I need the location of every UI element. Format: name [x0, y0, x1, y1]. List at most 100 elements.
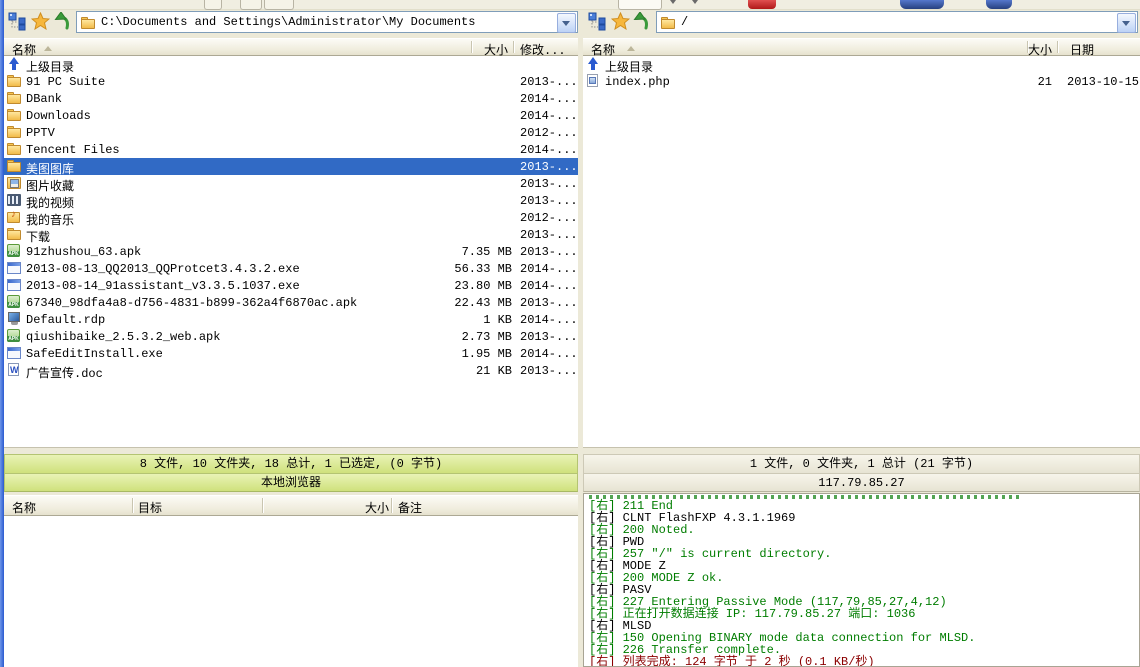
column-separator[interactable]: [471, 41, 472, 53]
folder-icon: [7, 91, 22, 105]
remote-site-tree-button[interactable]: [588, 12, 610, 34]
remote-status-bar: 1 文件, 0 文件夹, 1 总计 (21 字节) 117.79.85.27: [583, 454, 1140, 492]
sort-ascending-icon: [44, 46, 52, 51]
local-path-combobox[interactable]: C:\Documents and Settings\Administrator\…: [76, 11, 578, 33]
log-line: [右] 200 MODE Z ok.: [589, 572, 1139, 584]
file-row[interactable]: SafeEditInstall.exe1.95 MB2014-...: [4, 345, 578, 362]
file-date: 2014-...: [520, 262, 578, 276]
file-row[interactable]: Downloads2014-...: [4, 107, 578, 124]
file-size: 23.80 MB: [402, 279, 512, 293]
queue-column-note[interactable]: 备注: [398, 499, 422, 516]
file-row[interactable]: 美图图库2013-...: [4, 158, 578, 175]
remote-path-text[interactable]: /: [681, 15, 1117, 29]
file-date: 2014-...: [520, 143, 578, 157]
file-name: 广告宣传.doc: [26, 364, 103, 381]
file-size: 56.33 MB: [402, 262, 512, 276]
local-go-up-button[interactable]: [54, 12, 76, 34]
file-size: 21 KB: [402, 364, 512, 378]
file-row[interactable]: 2013-08-13_QQ2013_QQProtcet3.4.3.2.exe 56…: [4, 260, 578, 277]
file-date: 2013-...: [520, 228, 578, 242]
file-row[interactable]: 91 PC Suite2013-...: [4, 73, 578, 90]
ftp-log[interactable]: [右] 211 End[右] CLNT FlashFXP 4.3.1.1969[…: [583, 493, 1140, 667]
up-icon: [7, 57, 22, 71]
file-row[interactable]: 广告宣传.doc 21 KB 2013-...: [4, 362, 578, 379]
local-file-list[interactable]: 上级目录91 PC Suite2013-...DBank2014-...Down…: [4, 56, 578, 448]
clipped-toolbar-button: [204, 0, 222, 10]
file-row[interactable]: PPTV2012-...: [4, 124, 578, 141]
file-row[interactable]: index.php212013-10-15 13:26: [583, 73, 1140, 90]
file-name: 91zhushou_63.apk: [26, 245, 141, 259]
rdp-icon: [7, 312, 22, 326]
file-row[interactable]: Default.rdp1 KB2014-...: [4, 311, 578, 328]
remote-list-header: 名称 大小 日期: [583, 38, 1140, 56]
queue-column-name[interactable]: 名称: [12, 499, 36, 516]
clipped-main-toolbar: [4, 0, 1140, 10]
file-row[interactable]: 我的视频2013-...: [4, 192, 578, 209]
folder-icon: [7, 142, 22, 156]
apk-icon: [7, 295, 22, 309]
file-row[interactable]: 67340_98dfa4a8-d756-4831-b899-362a4f6870…: [4, 294, 578, 311]
file-row[interactable]: DBank2014-...: [4, 90, 578, 107]
file-size: 22.43 MB: [402, 296, 512, 310]
file-name: 91 PC Suite: [26, 75, 105, 89]
queue-column-target[interactable]: 目标: [138, 499, 162, 516]
clipped-toolbar-button: [618, 0, 662, 10]
queue-list[interactable]: [4, 516, 578, 667]
file-row[interactable]: 下载2013-...: [4, 226, 578, 243]
up-arrow-icon: [54, 12, 72, 30]
file-date: 2013-...: [520, 160, 578, 174]
file-name: PPTV: [26, 126, 55, 140]
folder-icon: [7, 227, 22, 241]
remote-path-dropdown-button[interactable]: [1117, 13, 1136, 33]
local-favorites-button[interactable]: [31, 12, 53, 34]
remote-path-combobox[interactable]: /: [656, 11, 1138, 33]
file-date: 2013-...: [520, 364, 578, 378]
tree-icon: [588, 12, 607, 31]
log-line: [右] 正在打开数据连接 IP: 117.79.85.27 端口: 1036: [589, 608, 1139, 620]
file-row[interactable]: 上级目录: [4, 56, 578, 73]
file-date: 2013-...: [520, 296, 578, 310]
star-icon: [611, 12, 630, 30]
remote-go-up-button[interactable]: [633, 12, 655, 34]
file-name: Tencent Files: [26, 143, 120, 157]
remote-favorites-button[interactable]: [611, 12, 633, 34]
file-date: 2013-...: [520, 330, 578, 344]
file-row[interactable]: 91zhushou_63.apk7.35 MB2013-...: [4, 243, 578, 260]
up-icon: [586, 57, 601, 71]
file-row[interactable]: Tencent Files 2014-...: [4, 141, 578, 158]
pictures-icon: [7, 176, 22, 190]
file-row[interactable]: 2013-08-14_91assistant_v3.3.5.1037.exe23…: [4, 277, 578, 294]
doc-icon: [7, 363, 22, 377]
queue-column-size[interactable]: 大小: [365, 499, 389, 516]
file-name: 2013-08-13_QQ2013_QQProtcet3.4.3.2.exe: [26, 262, 300, 276]
tree-icon: [8, 12, 27, 31]
file-size: 21: [942, 75, 1052, 89]
remote-status-counts: 1 文件, 0 文件夹, 1 总计 (21 字节): [583, 454, 1140, 473]
clipped-toolbar-button: [264, 0, 294, 10]
apk-icon: [7, 244, 22, 258]
local-path-dropdown-button[interactable]: [557, 13, 576, 33]
column-separator[interactable]: [513, 41, 514, 53]
file-date: 2014-...: [520, 92, 578, 106]
clipped-blue-icon: [900, 0, 944, 9]
chevron-down-icon: [562, 21, 570, 26]
local-status-bar: 8 文件, 10 文件夹, 18 总计, 1 已选定, (0 字节) 本地浏览器: [4, 454, 578, 492]
remote-file-list[interactable]: 上级目录index.php212013-10-15 13:26: [583, 56, 1140, 448]
file-row[interactable]: 图片收藏2013-...: [4, 175, 578, 192]
local-site-tree-button[interactable]: [8, 12, 30, 34]
column-separator[interactable]: [1057, 41, 1058, 53]
local-path-text[interactable]: C:\Documents and Settings\Administrator\…: [101, 15, 557, 29]
file-date: 2012-...: [520, 211, 578, 225]
file-row[interactable]: 上级目录: [583, 56, 1140, 73]
file-row[interactable]: 我的音乐2012-...: [4, 209, 578, 226]
column-separator[interactable]: [132, 498, 133, 513]
file-date: 2014-...: [520, 347, 578, 361]
column-separator[interactable]: [391, 498, 392, 513]
flashfxp-window: C:\Documents and Settings\Administrator\…: [0, 0, 1140, 667]
file-row[interactable]: qiushibaike_2.5.3.2_web.apk2.73 MB2013-.…: [4, 328, 578, 345]
apk-icon: [7, 329, 22, 343]
file-date: 2013-...: [520, 194, 578, 208]
file-size: 1.95 MB: [402, 347, 512, 361]
folder-icon: [81, 16, 96, 30]
column-separator[interactable]: [262, 498, 263, 513]
